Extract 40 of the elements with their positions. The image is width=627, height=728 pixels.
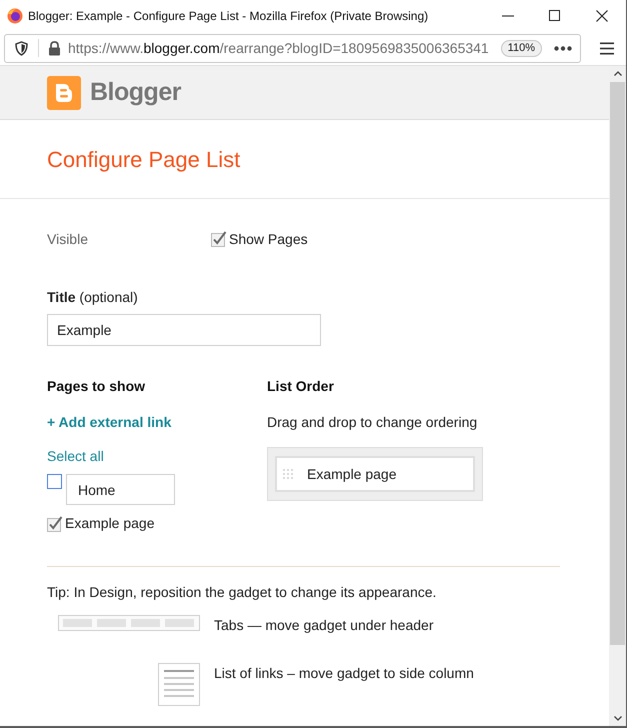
show-pages-checkbox[interactable] — [211, 231, 227, 247]
more-options-icon[interactable] — [554, 46, 572, 50]
layout-hint: Tabs — move gadget under header — [214, 616, 434, 634]
select-all-link[interactable]: Select all — [47, 447, 104, 465]
list-order-heading: List Order — [267, 377, 335, 395]
scroll-up-icon[interactable] — [614, 71, 622, 76]
tabs-layout-icon — [58, 615, 200, 631]
title-label: Title (optional) — [47, 288, 139, 306]
logo-text: Blogger — [90, 76, 181, 108]
scroll-down-icon[interactable] — [614, 716, 622, 721]
scrollbar-thumb[interactable] — [610, 82, 625, 645]
page-checkbox[interactable] — [47, 516, 63, 532]
page-name-field[interactable]: Home — [66, 474, 175, 505]
close-icon[interactable] — [596, 10, 608, 22]
title-input[interactable]: Example — [47, 314, 321, 346]
scrollbar[interactable] — [609, 66, 626, 726]
lock-icon[interactable] — [48, 40, 61, 56]
tip-text: Tip: In Design, reposition the gadget to change its appearance. — [47, 583, 438, 601]
list-layout-icon — [158, 663, 200, 706]
add-external-link[interactable]: + Add external link — [47, 413, 172, 431]
logo-icon — [47, 76, 81, 110]
drag-hint: Drag and drop to change ordering — [267, 413, 478, 431]
window-title: Blogger: Example - Configure Page List - Mozilla Firefox (Private Browsing) — [28, 8, 428, 24]
page-title: Configure Page List — [47, 146, 240, 174]
minimize-icon[interactable] — [502, 14, 514, 16]
menu-icon[interactable] — [600, 42, 614, 54]
page-label: Example page — [65, 514, 155, 533]
zoom-level-button[interactable]: 110% — [500, 40, 542, 56]
sortable-item[interactable]: Example page — [275, 456, 475, 492]
page-checkbox[interactable] — [47, 474, 63, 490]
url-text[interactable]: https://www.blogger.com/rearrange?blogID=1809569835006365341 — [68, 38, 489, 58]
layout-hint: List of links – move gadget to side column — [214, 664, 474, 682]
visible-label: Visible — [47, 230, 89, 248]
pages-heading: Pages to show — [47, 377, 146, 395]
shield-icon[interactable] — [15, 40, 28, 56]
checkbox-label: Show Pages — [229, 230, 308, 249]
drag-handle-icon[interactable] — [282, 468, 294, 480]
address-bar[interactable]: https://www.blogger.com/rearrange?blogID=1809569835006365341 110% — [4, 34, 581, 62]
maximize-icon[interactable] — [549, 10, 560, 21]
browser-logo-icon — [7, 8, 23, 24]
